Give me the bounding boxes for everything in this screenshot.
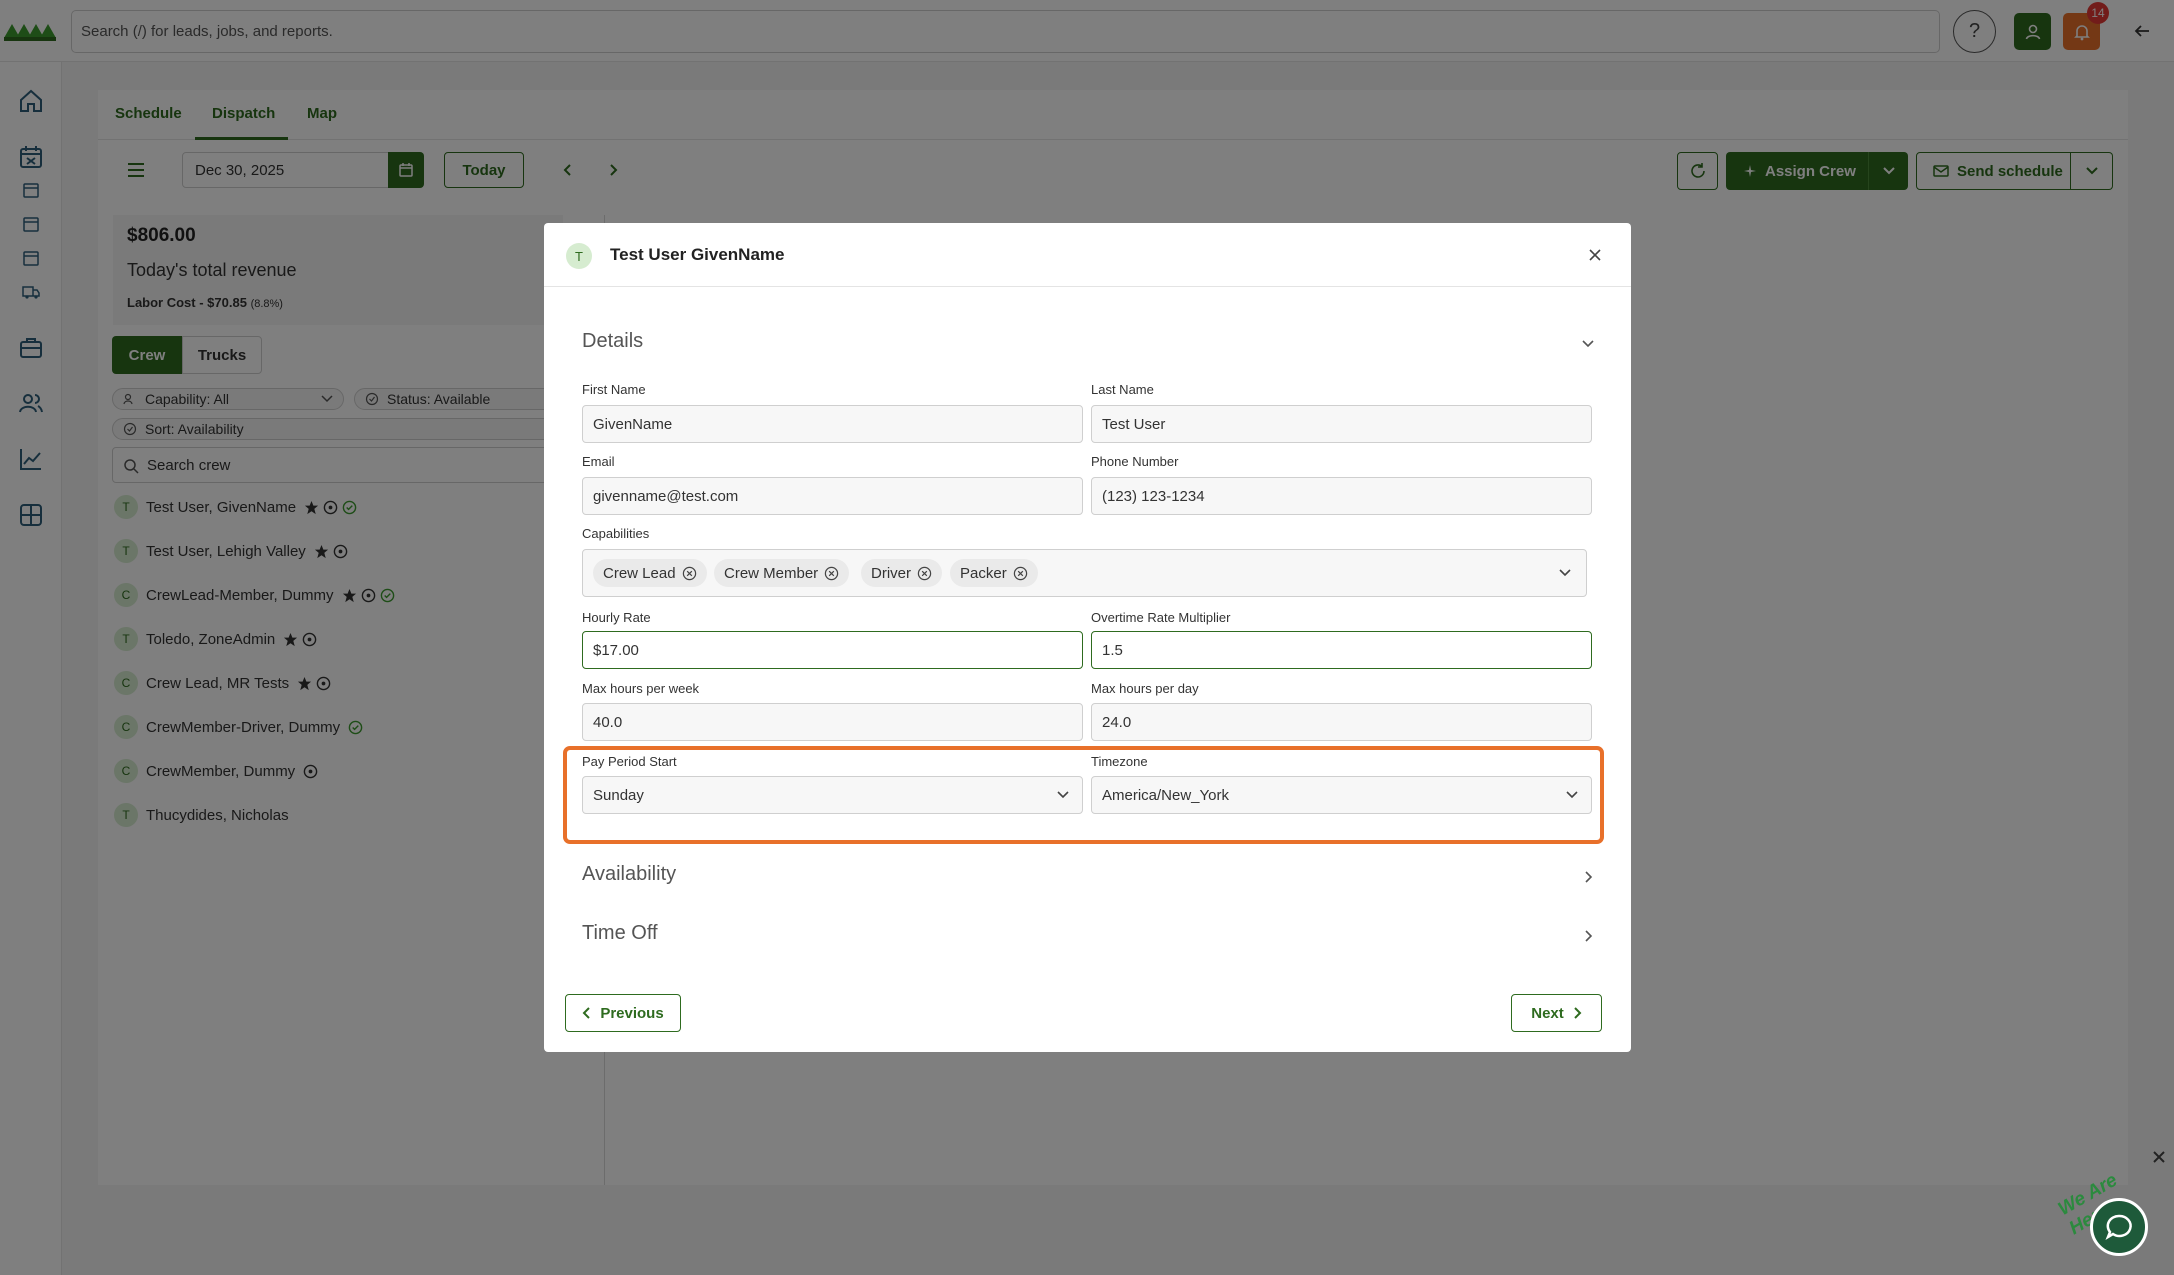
next-button[interactable]: Next bbox=[1511, 994, 1602, 1032]
first-name-field[interactable]: GivenName bbox=[582, 405, 1083, 443]
max-hours-day-field[interactable]: 24.0 bbox=[1091, 703, 1592, 741]
hourly-rate-field[interactable]: $17.00 bbox=[582, 631, 1083, 669]
details-section-header[interactable]: Details bbox=[582, 330, 643, 353]
max-hours-week-label: Max hours per week bbox=[582, 681, 700, 696]
close-icon bbox=[1589, 249, 1601, 261]
remove-circle-icon[interactable] bbox=[682, 566, 697, 581]
chat-bubble-icon bbox=[2105, 1214, 2132, 1240]
modal-header: T Test User GivenName bbox=[544, 223, 1631, 287]
overtime-multiplier-field[interactable]: 1.5 bbox=[1091, 631, 1592, 669]
previous-button[interactable]: Previous bbox=[565, 994, 681, 1032]
close-button[interactable] bbox=[1585, 245, 1605, 265]
overtime-multiplier-label: Overtime Rate Multiplier bbox=[1091, 610, 1231, 625]
remove-circle-icon[interactable] bbox=[824, 566, 839, 581]
capability-chip[interactable]: Packer bbox=[950, 559, 1038, 587]
email-label: Email bbox=[582, 454, 615, 469]
phone-label: Phone Number bbox=[1091, 454, 1179, 469]
last-name-field[interactable]: Test User bbox=[1091, 405, 1592, 443]
availability-section-header[interactable]: Availability bbox=[582, 863, 676, 886]
capability-chip[interactable]: Driver bbox=[861, 559, 942, 587]
modal-title: Test User GivenName bbox=[610, 245, 785, 264]
chevron-right-icon[interactable] bbox=[1579, 927, 1597, 945]
capability-chip-label: Crew Member bbox=[724, 564, 819, 582]
capability-chip[interactable]: Crew Member bbox=[714, 559, 850, 587]
last-name-label: Last Name bbox=[1091, 382, 1154, 397]
max-hours-day-label: Max hours per day bbox=[1091, 681, 1199, 696]
capability-chip-label: Packer bbox=[960, 564, 1007, 582]
first-name-label: First Name bbox=[582, 382, 646, 397]
avatar: T bbox=[566, 243, 592, 269]
capabilities-label: Capabilities bbox=[582, 526, 650, 541]
capability-chip[interactable]: Crew Lead bbox=[593, 559, 707, 587]
crew-member-modal: T Test User GivenName Details First Name… bbox=[544, 223, 1631, 1052]
chevron-left-icon bbox=[582, 1007, 591, 1019]
chevron-right-icon bbox=[1574, 1007, 1582, 1019]
highlight-annotation bbox=[563, 746, 1604, 844]
time-off-section-header[interactable]: Time Off bbox=[582, 922, 658, 945]
remove-circle-icon[interactable] bbox=[917, 566, 932, 581]
phone-field[interactable]: (123) 123-1234 bbox=[1091, 477, 1592, 515]
remove-circle-icon[interactable] bbox=[1013, 566, 1028, 581]
capability-chip-label: Crew Lead bbox=[603, 564, 676, 582]
next-label: Next bbox=[1531, 1004, 1564, 1022]
chat-launcher-button[interactable] bbox=[2090, 1198, 2148, 1256]
email-field[interactable]: givenname@test.com bbox=[582, 477, 1083, 515]
max-hours-week-field[interactable]: 40.0 bbox=[582, 703, 1083, 741]
previous-label: Previous bbox=[600, 1004, 664, 1022]
chevron-right-icon[interactable] bbox=[1579, 868, 1597, 886]
hourly-rate-label: Hourly Rate bbox=[582, 610, 651, 625]
chevron-down-icon[interactable] bbox=[1579, 334, 1597, 352]
capability-chip-label: Driver bbox=[871, 564, 911, 582]
chevron-down-icon[interactable] bbox=[1558, 568, 1572, 578]
capabilities-multiselect[interactable]: Crew Lead Crew Member Driver Packer bbox=[582, 549, 1587, 597]
